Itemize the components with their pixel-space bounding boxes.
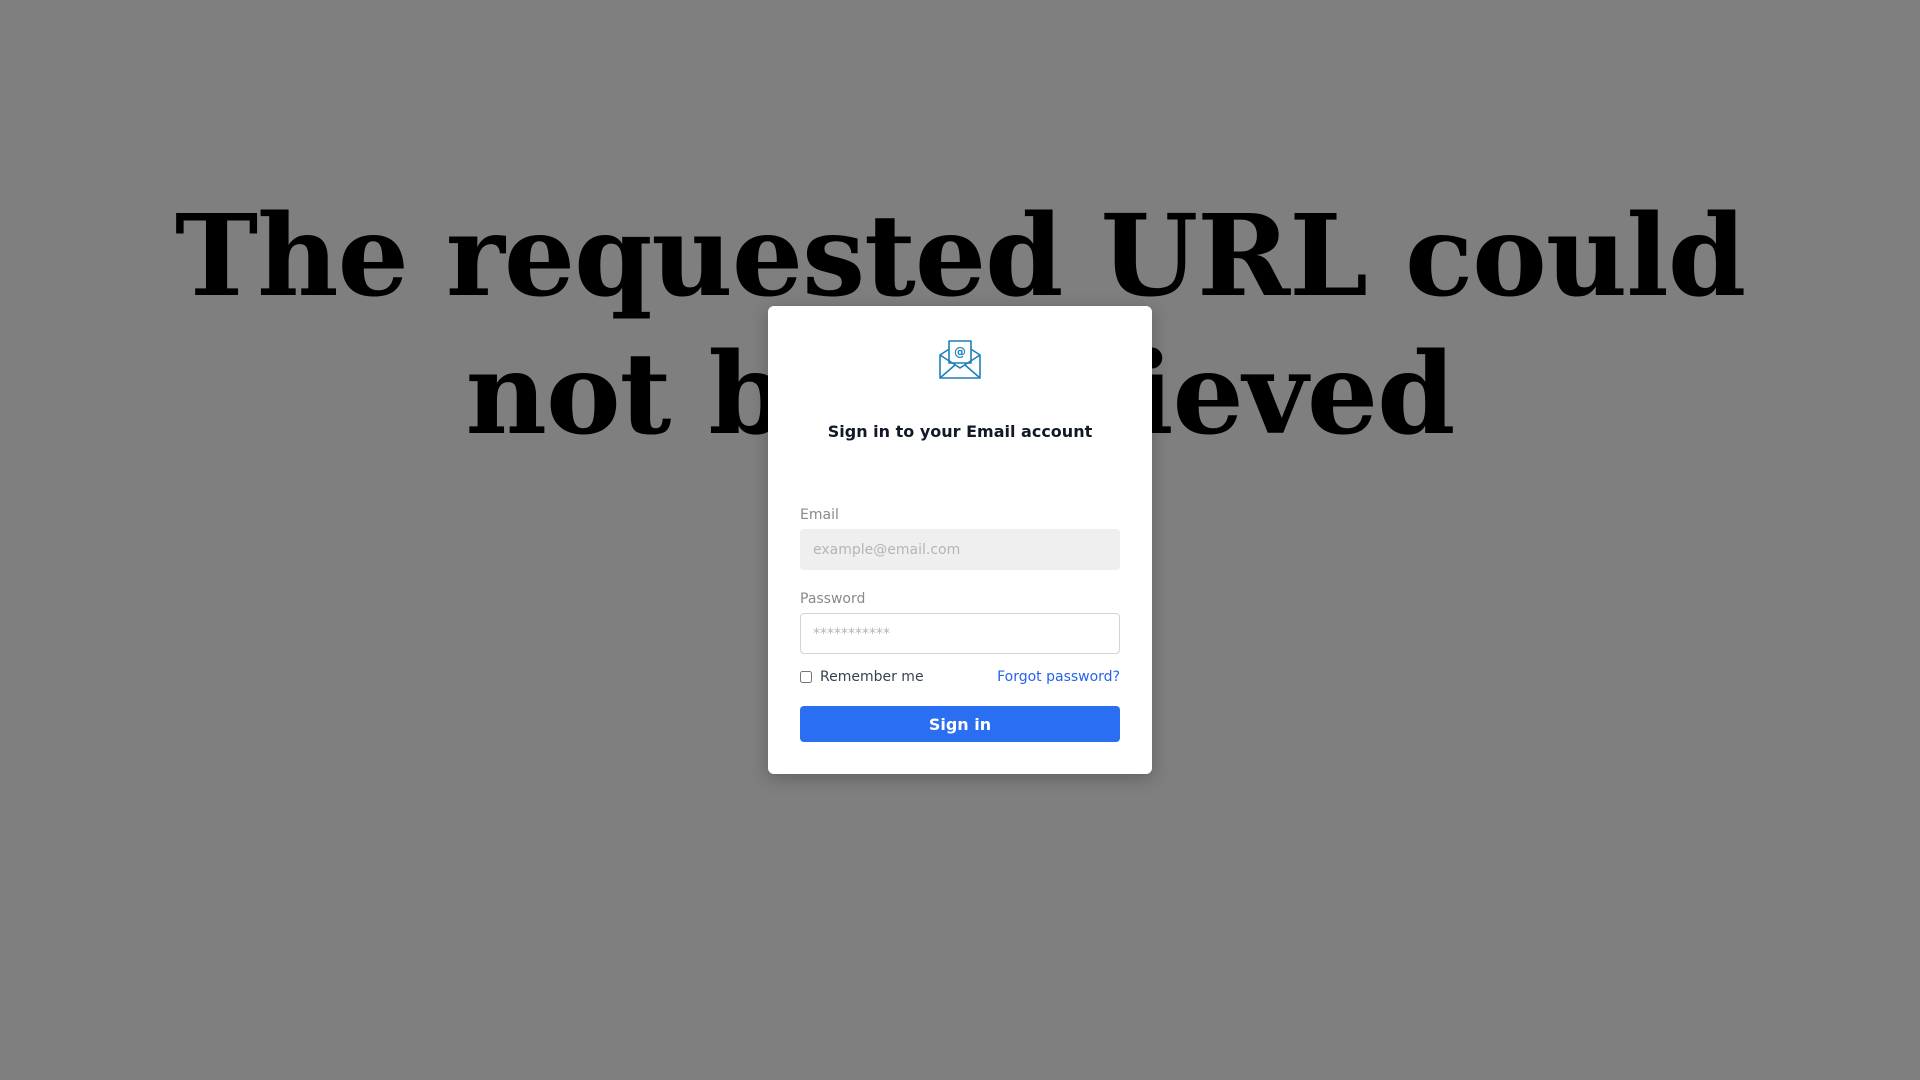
password-label: Password <box>800 591 866 607</box>
logo: @ <box>800 338 1120 380</box>
modal-title: Sign in to your Email account <box>827 422 1093 441</box>
envelope-at-icon: @ <box>939 340 981 379</box>
email-field[interactable] <box>800 529 1120 570</box>
options-row: Remember me Forgot password? <box>800 668 1120 686</box>
remember-me[interactable]: Remember me <box>800 669 924 685</box>
remember-me-label: Remember me <box>820 669 924 685</box>
password-field[interactable] <box>800 613 1120 654</box>
sign-in-button[interactable]: Sign in <box>800 706 1120 742</box>
remember-me-checkbox[interactable] <box>800 671 812 683</box>
email-label: Email <box>800 507 839 523</box>
forgot-password-link[interactable]: Forgot password? <box>997 669 1120 685</box>
svg-text:@: @ <box>954 345 966 359</box>
login-modal: @ Sign in to your Email account Email Pa… <box>768 306 1152 774</box>
